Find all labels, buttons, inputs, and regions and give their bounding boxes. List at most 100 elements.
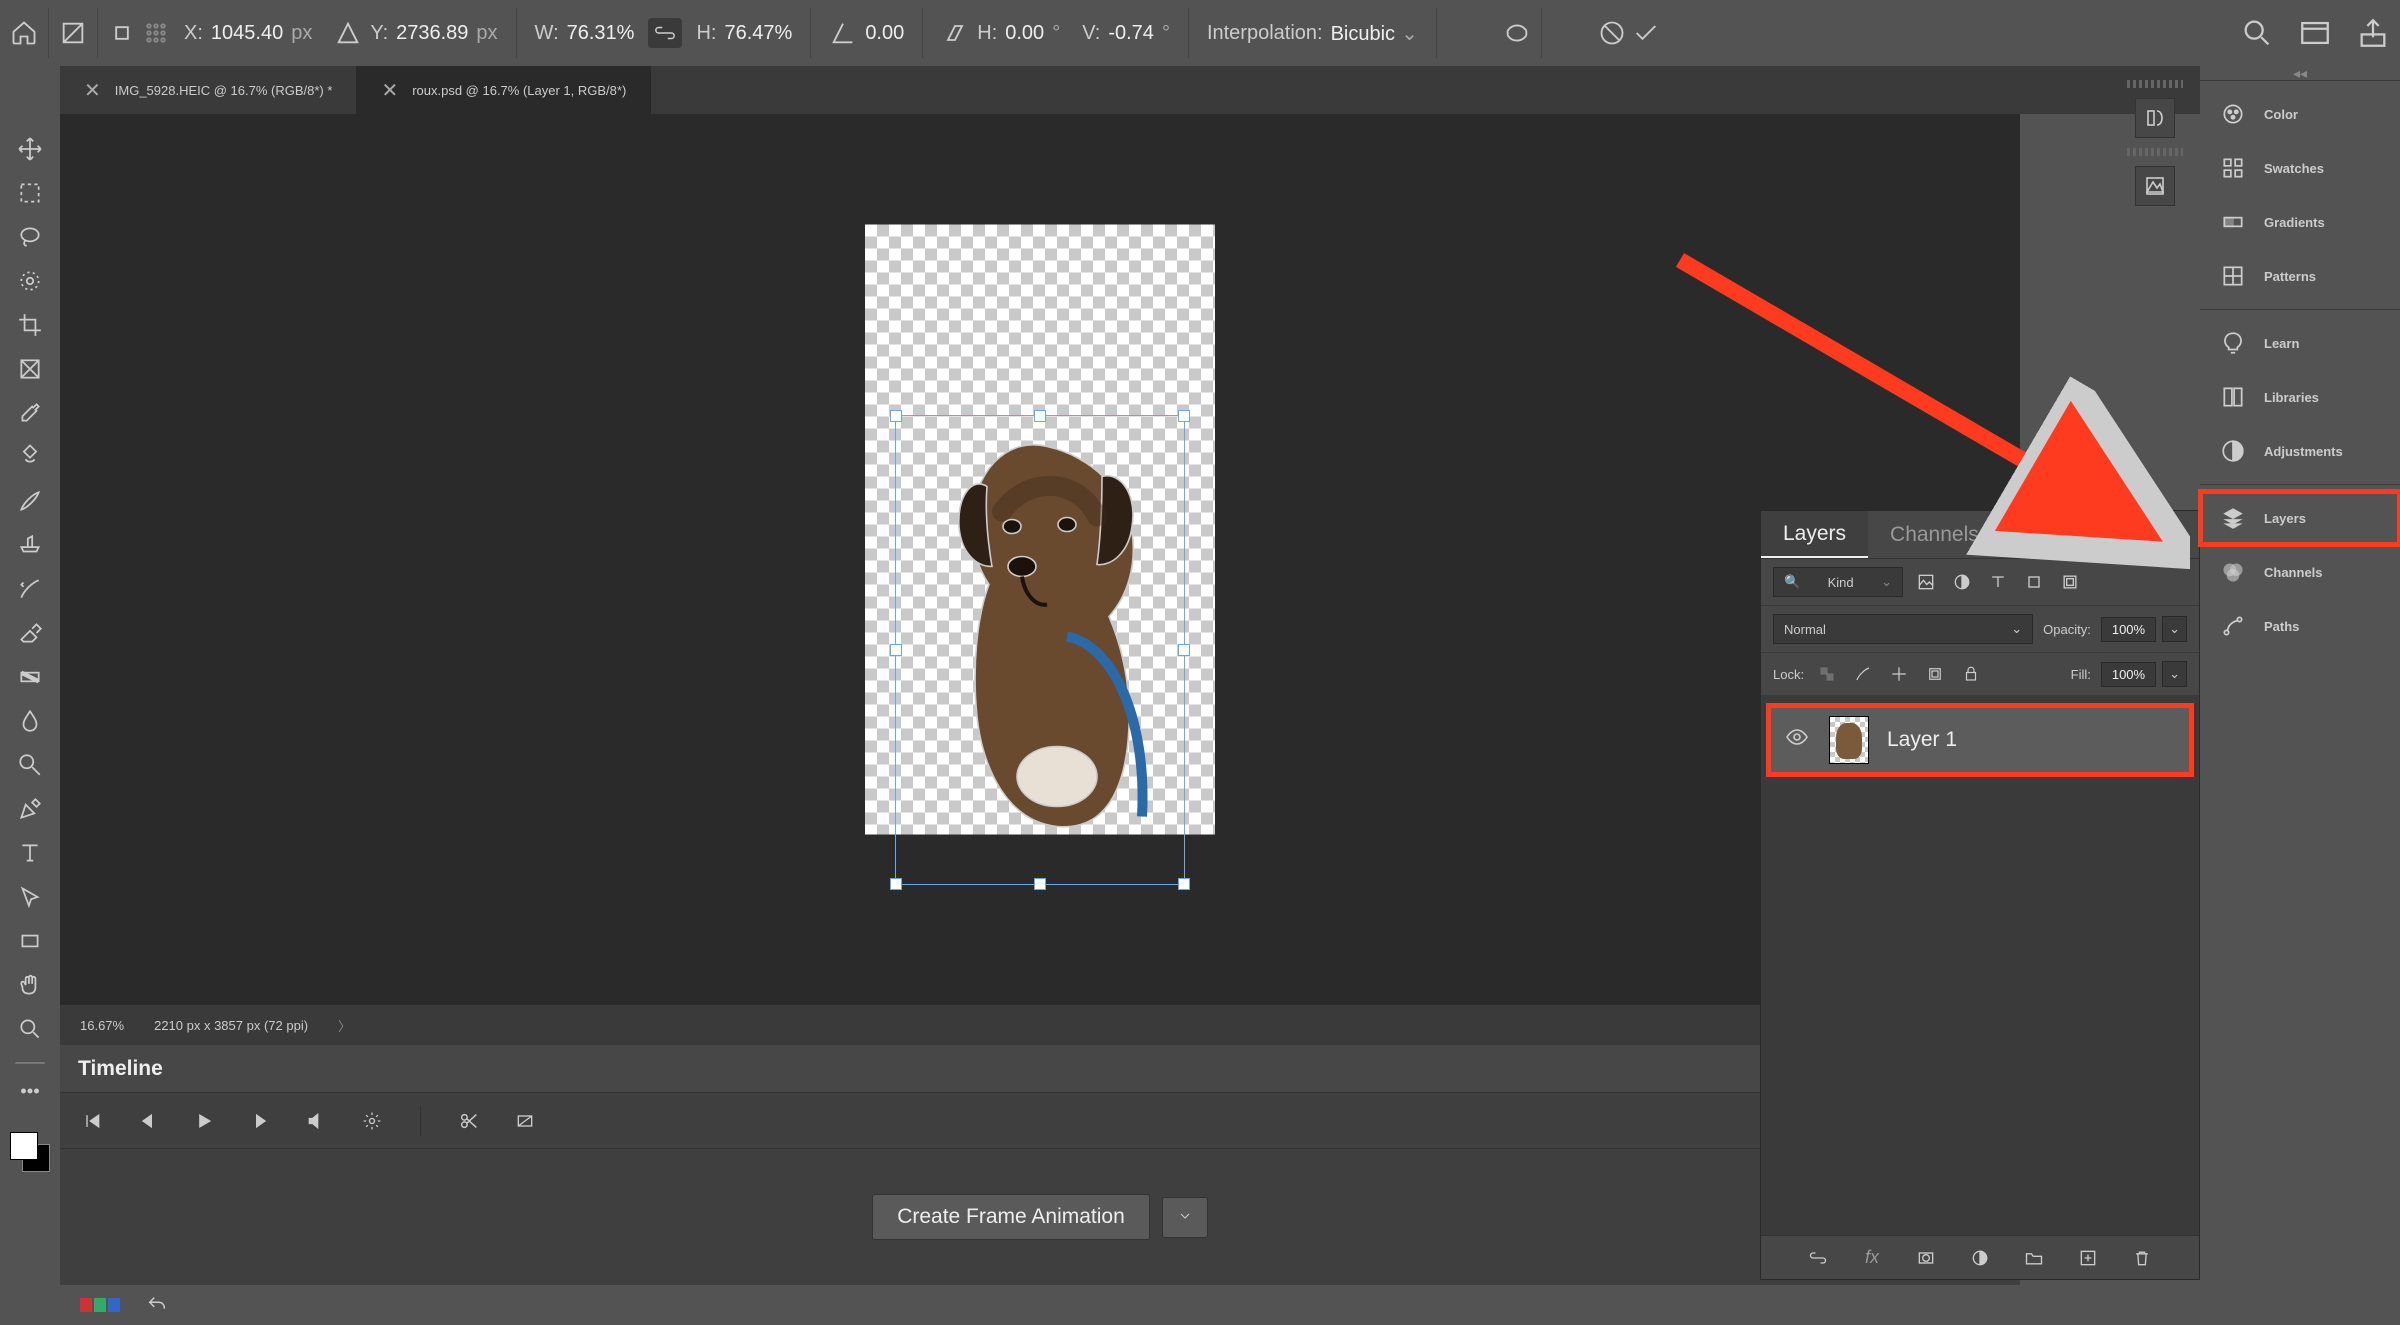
cancel-transform-icon[interactable] (1598, 19, 1626, 47)
link-layers-icon[interactable] (1804, 1244, 1832, 1272)
collapse-panel-icon[interactable]: » (2127, 518, 2163, 552)
document-tab[interactable]: ✕ roux.psd @ 16.7% (Layer 1, RGB/8*) (357, 66, 651, 114)
frame-tool-icon[interactable] (13, 352, 47, 386)
fill-dropdown[interactable]: ⌄ (2162, 661, 2187, 687)
layer-row[interactable]: Layer 1 (1769, 706, 2191, 774)
transform-handle[interactable] (890, 878, 902, 890)
panel-item-paths[interactable]: Paths (2200, 599, 2400, 653)
panel-item-libraries[interactable]: Libraries (2200, 370, 2400, 424)
undo-icon[interactable] (140, 1288, 174, 1322)
new-layer-icon[interactable] (2074, 1244, 2102, 1272)
lock-all-icon[interactable] (1958, 661, 1984, 687)
path-select-tool-icon[interactable] (13, 880, 47, 914)
brush-tool-icon[interactable] (13, 484, 47, 518)
panel-item-channels[interactable]: Channels (2200, 545, 2400, 599)
layers-tab[interactable]: Layers (1761, 511, 1868, 558)
create-animation-dropdown[interactable] (1162, 1197, 1208, 1238)
collapsed-panel-icon[interactable] (2135, 166, 2175, 206)
lock-artboard-icon[interactable] (1922, 661, 1948, 687)
marquee-tool-icon[interactable] (13, 176, 47, 210)
search-icon[interactable] (2240, 16, 2274, 50)
rotation-value[interactable]: 0.00 (865, 22, 904, 45)
home-icon[interactable] (10, 19, 38, 47)
y-value[interactable]: 2736.89 (396, 22, 468, 45)
commit-transform-icon[interactable] (1632, 19, 1660, 47)
anchor-grid-icon[interactable] (142, 19, 170, 47)
reference-point-icon[interactable] (59, 19, 87, 47)
close-tab-icon[interactable]: ✕ (84, 78, 101, 103)
warp-icon[interactable] (1503, 19, 1531, 47)
h-value[interactable]: 76.47% (724, 22, 792, 45)
panel-drag-handle[interactable] (2127, 148, 2183, 156)
blur-tool-icon[interactable] (13, 704, 47, 738)
close-tab-icon[interactable]: ✕ (381, 78, 398, 103)
canvas-area[interactable] (60, 114, 2020, 1005)
w-value[interactable]: 76.31% (567, 22, 635, 45)
layer-name[interactable]: Layer 1 (1887, 728, 1957, 752)
layer-fx-icon[interactable]: fx (1858, 1244, 1886, 1272)
new-group-icon[interactable] (2020, 1244, 2048, 1272)
panel-menu-icon[interactable]: ≡ (2163, 518, 2199, 552)
healing-brush-tool-icon[interactable] (13, 440, 47, 474)
split-clip-icon[interactable] (455, 1107, 483, 1135)
opacity-value[interactable]: 100% (2101, 617, 2156, 642)
channels-tab[interactable]: Channels (1868, 511, 2001, 558)
dodge-tool-icon[interactable] (13, 748, 47, 782)
aspect-link-button[interactable] (648, 18, 682, 48)
hand-tool-icon[interactable] (13, 968, 47, 1002)
color-swatch-stack[interactable] (10, 1132, 50, 1172)
gradient-tool-icon[interactable] (13, 660, 47, 694)
opacity-dropdown[interactable]: ⌄ (2162, 616, 2187, 642)
play-icon[interactable] (190, 1107, 218, 1135)
mute-audio-icon[interactable] (302, 1107, 330, 1135)
panel-item-learn[interactable]: Learn (2200, 316, 2400, 370)
transform-handle[interactable] (1178, 644, 1190, 656)
lock-position-icon[interactable] (1886, 661, 1912, 687)
skew-h-value[interactable]: 0.00 (1005, 22, 1044, 45)
quick-select-tool-icon[interactable] (13, 264, 47, 298)
panel-item-swatches[interactable]: Swatches (2200, 141, 2400, 195)
delete-layer-icon[interactable] (2128, 1244, 2156, 1272)
collapse-arrows-icon[interactable]: ◂◂ (2200, 66, 2400, 80)
transform-handle[interactable] (890, 644, 902, 656)
filter-shape-icon[interactable] (2021, 569, 2047, 595)
panel-item-gradients[interactable]: Gradients (2200, 195, 2400, 249)
fill-value[interactable]: 100% (2101, 662, 2156, 687)
pen-tool-icon[interactable] (13, 792, 47, 826)
crop-tool-icon[interactable] (13, 308, 47, 342)
zoom-tool-icon[interactable] (13, 1012, 47, 1046)
transform-handle[interactable] (890, 410, 902, 422)
lock-transparency-icon[interactable] (1814, 661, 1840, 687)
edit-toolbar-icon[interactable] (13, 1074, 47, 1108)
panel-item-color[interactable]: Color (2200, 87, 2400, 141)
filter-image-icon[interactable] (1913, 569, 1939, 595)
transition-icon[interactable] (511, 1107, 539, 1135)
interpolation-select[interactable]: Bicubic (1331, 21, 1418, 46)
type-tool-icon[interactable] (13, 836, 47, 870)
transform-handle[interactable] (1034, 878, 1046, 890)
go-to-first-frame-icon[interactable] (78, 1107, 106, 1135)
history-brush-tool-icon[interactable] (13, 572, 47, 606)
document-tab[interactable]: ✕ IMG_5928.HEIC @ 16.7% (RGB/8*) * (60, 66, 357, 114)
adjustment-layer-icon[interactable] (1966, 1244, 1994, 1272)
blend-mode-select[interactable]: Normal⌄ (1773, 614, 2033, 644)
eyedropper-tool-icon[interactable] (13, 396, 47, 430)
panel-item-layers[interactable]: Layers (2200, 491, 2400, 545)
panel-item-adjustments[interactable]: Adjustments (2200, 424, 2400, 478)
timeline-settings-icon[interactable] (358, 1107, 386, 1135)
colored-swatches-icon[interactable] (80, 1298, 120, 1312)
transform-handle[interactable] (1178, 878, 1190, 890)
panel-item-patterns[interactable]: Patterns (2200, 249, 2400, 303)
eraser-tool-icon[interactable] (13, 616, 47, 650)
prev-frame-icon[interactable] (134, 1107, 162, 1135)
filter-type-icon[interactable] (1985, 569, 2011, 595)
filter-smartobj-icon[interactable] (2057, 569, 2083, 595)
add-mask-icon[interactable] (1912, 1244, 1940, 1272)
create-frame-animation-button[interactable]: Create Frame Animation (872, 1194, 1150, 1240)
visibility-toggle-icon[interactable] (1783, 725, 1811, 755)
workspace-icon[interactable] (2298, 16, 2332, 50)
clone-stamp-tool-icon[interactable] (13, 528, 47, 562)
transform-handle[interactable] (1034, 410, 1046, 422)
zoom-level[interactable]: 16.67% (80, 1018, 124, 1033)
transform-bounding-box[interactable] (895, 415, 1185, 885)
